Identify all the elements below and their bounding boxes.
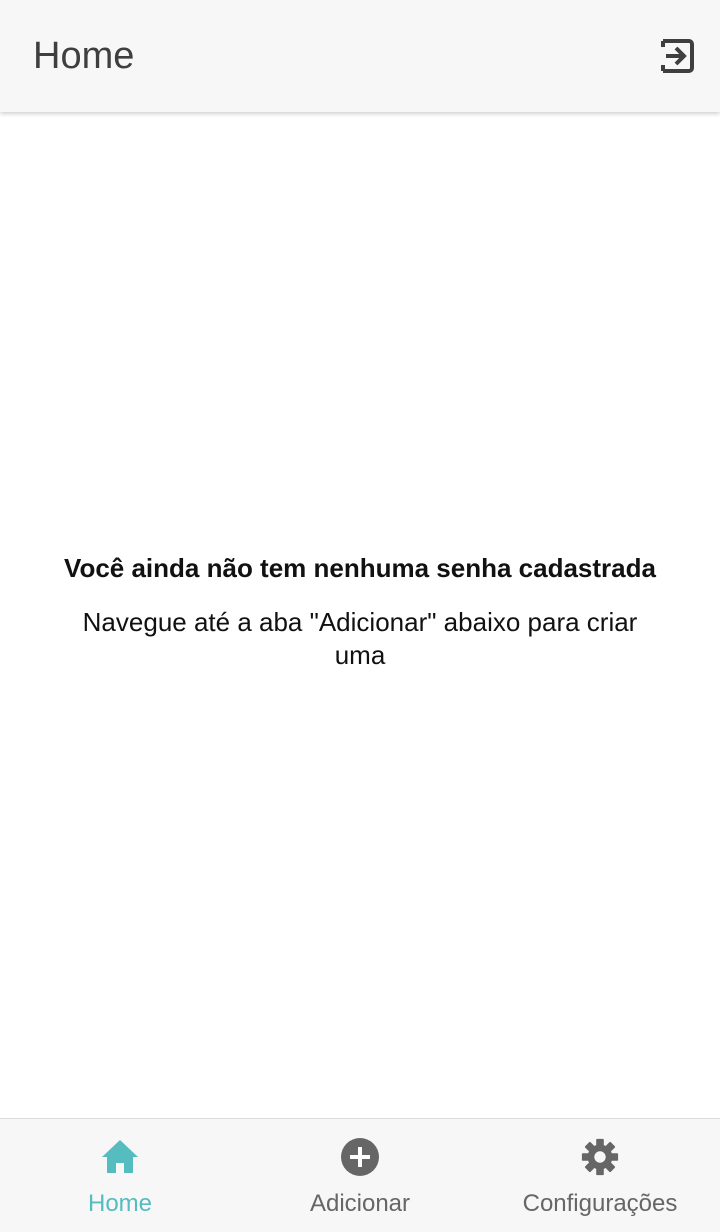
empty-state: Você ainda não tem nenhuma senha cadastr… [40, 548, 680, 672]
logout-icon [661, 39, 694, 73]
nav-item-label: Adicionar [309, 1190, 411, 1217]
add-circle-icon [340, 1137, 380, 1177]
nav-item-label: Home [87, 1190, 153, 1217]
nav-item-label: Configurações [522, 1190, 678, 1217]
logout-button[interactable] [648, 28, 704, 84]
page-title: Home [33, 35, 135, 77]
empty-state-title: Você ainda não tem nenhuma senha cadastr… [64, 553, 656, 583]
nav-item-home[interactable]: Home [0, 1119, 240, 1232]
empty-state-subtitle: Navegue até a aba "Adicionar" abaixo par… [82, 607, 638, 670]
app-header: Home [0, 0, 720, 112]
gear-icon [580, 1137, 620, 1177]
app-screen: Home Você ainda não tem nenhuma senha ca… [0, 0, 720, 1232]
nav-item-adicionar[interactable]: Adicionar [240, 1119, 480, 1232]
home-icon [100, 1137, 140, 1177]
bottom-navigation: Home Adicionar Configurações [0, 1118, 720, 1232]
nav-item-configuracoes[interactable]: Configurações [480, 1119, 720, 1232]
